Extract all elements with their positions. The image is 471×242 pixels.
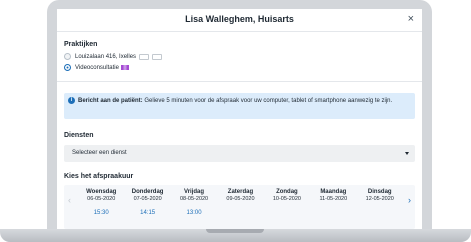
modal-title: Lisa Walleghem, Huisarts: [185, 14, 294, 24]
modal-header: Lisa Walleghem, Huisarts ×: [57, 9, 422, 32]
practice-option-video[interactable]: Videoconsultatie: [64, 64, 129, 71]
schedule-label: Kies het afspraakuur: [64, 173, 134, 180]
practice-option-label: Videoconsultatie: [75, 64, 119, 71]
chevron-left-icon[interactable]: ‹: [68, 195, 71, 205]
notice-text: Bericht aan de patiënt: Gelieve 5 minute…: [78, 97, 409, 106]
close-icon[interactable]: ×: [408, 12, 414, 26]
radio-button-selected[interactable]: [64, 64, 71, 71]
calendar-day: Dinsdag 12-05-2020: [357, 188, 403, 217]
time-slot[interactable]: 15:30: [78, 209, 124, 217]
calendar-day: Zondag 10-05-2020: [264, 188, 310, 217]
day-name: Woensdag: [86, 189, 117, 195]
services-label: Diensten: [64, 132, 94, 139]
day-name: Zaterdag: [227, 189, 254, 195]
calendar-day: Maandag 11-05-2020: [310, 188, 356, 217]
notice-title: Bericht aan de patiënt:: [78, 98, 143, 104]
day-date: 09-05-2020: [226, 196, 255, 202]
calendar-day: Zaterdag 09-05-2020: [217, 188, 263, 217]
info-icon: i: [68, 97, 75, 104]
practice-option-label: Louizalaan 416, Ixelles: [75, 53, 137, 60]
day-name: Vrijdag: [184, 189, 205, 195]
day-name: Dinsdag: [367, 189, 392, 195]
day-date: 11-05-2020: [319, 196, 348, 202]
time-slot[interactable]: 13:00: [171, 209, 217, 217]
day-date: 06-05-2020: [87, 196, 116, 202]
accessibility-icon: [152, 53, 163, 60]
day-name: Maandag: [320, 189, 347, 195]
laptop-mockup: Lisa Walleghem, Huisarts × Praktijken Lo…: [0, 0, 471, 242]
day-date: 07-05-2020: [133, 196, 162, 202]
calendar-days: Woensdag 06-05-2020 15:30 Donderdag 07-0…: [78, 188, 403, 217]
appointment-modal: Lisa Walleghem, Huisarts × Praktijken Lo…: [57, 9, 422, 229]
calendar-day: Woensdag 06-05-2020 15:30: [78, 188, 124, 217]
divider: [57, 81, 422, 82]
chevron-right-icon[interactable]: ›: [408, 195, 411, 205]
video-camera-icon: [120, 65, 129, 70]
calendar-day: Donderdag 07-05-2020 14:15: [124, 188, 170, 217]
notice-body: Gelieve 5 minuten voor de afspraak voor …: [144, 98, 393, 104]
day-date: 10-05-2020: [272, 196, 301, 202]
day-name: Zondag: [276, 189, 298, 195]
practice-option-address[interactable]: Louizalaan 416, Ixelles: [64, 53, 163, 60]
day-date: 08-05-2020: [179, 196, 209, 202]
patient-notice: i Bericht aan de patiënt: Gelieve 5 minu…: [64, 93, 415, 119]
caret-down-icon: [405, 152, 409, 155]
radio-button[interactable]: [64, 53, 71, 60]
day-name: Donderdag: [131, 189, 164, 195]
laptop-notch: [206, 229, 264, 233]
time-slot[interactable]: 14:15: [124, 209, 170, 217]
day-date: 12-05-2020: [365, 196, 394, 202]
parking-icon: [139, 53, 150, 60]
practices-label: Praktijken: [64, 41, 98, 48]
service-select[interactable]: Selecteer een dienst: [64, 145, 415, 162]
calendar-day: Vrijdag 08-05-2020 13:00: [171, 188, 217, 217]
appointment-calendar: ‹ Woensdag 06-05-2020 15:30 Donderdag 07…: [64, 185, 415, 229]
service-select-value: Selecteer een dienst: [72, 150, 127, 156]
